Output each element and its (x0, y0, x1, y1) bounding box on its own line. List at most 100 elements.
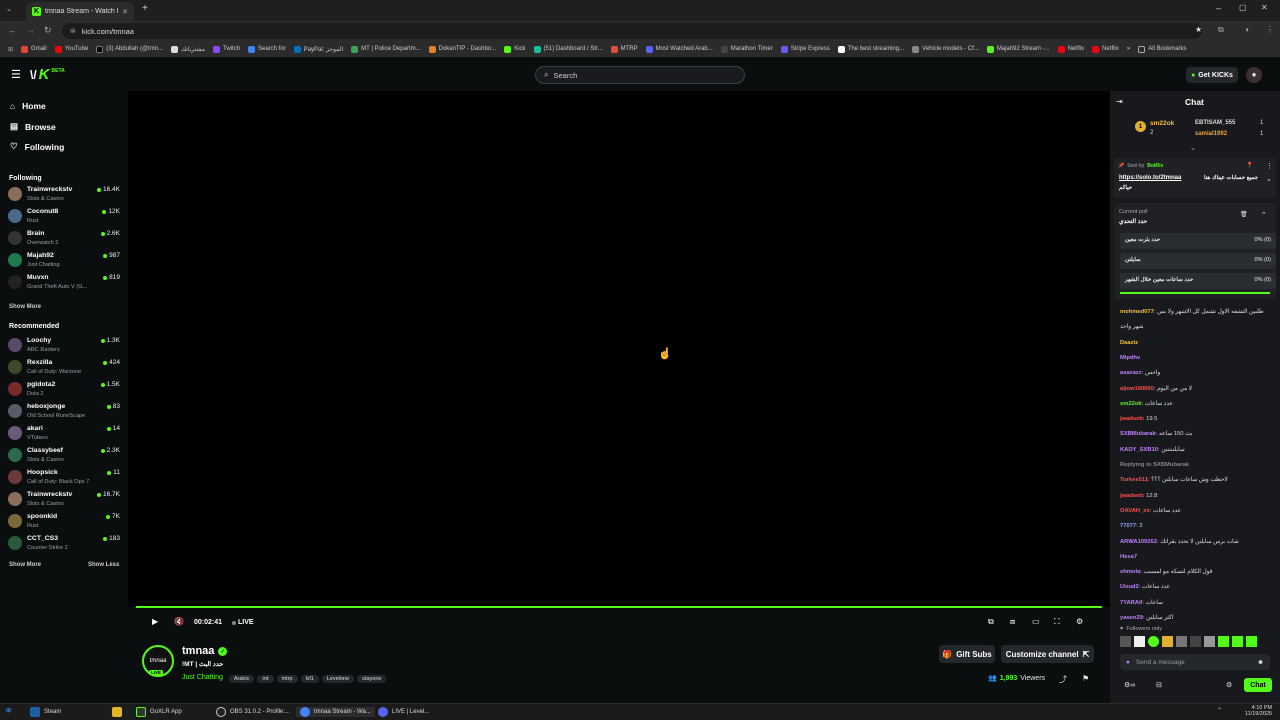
bookmark-item[interactable]: Twitch (212, 45, 240, 53)
sidebar-channel[interactable]: akari VTubers 14 (8, 425, 120, 445)
chat-username[interactable]: jwadseb (1120, 493, 1143, 499)
pinned-link[interactable]: https://solo.to/2tmnaa (1119, 175, 1181, 181)
live-indicator[interactable]: LIVE (232, 619, 254, 626)
chat-message[interactable]: shmola: قول الكلام لتسكه مو لمسبب (1120, 569, 1212, 575)
chat-username[interactable]: shmola (1120, 569, 1140, 575)
theater-mode-icon[interactable]: ▭ (1032, 617, 1040, 626)
chat-message[interactable]: شهر واحد (1120, 324, 1143, 330)
bookmark-item[interactable]: The best streaming... (837, 45, 904, 53)
channel-name[interactable]: tmnaa (182, 645, 214, 657)
sidebar-channel[interactable]: Rexzilla Call of Duty: Warzone 424 (8, 359, 120, 379)
chat-username[interactable]: ARWA109262 (1120, 539, 1157, 545)
menu-icon[interactable]: ☰ (11, 68, 21, 81)
pip-icon[interactable]: ⧉ (988, 617, 994, 627)
sidebar-channel[interactable]: Muvxn Grand Theft Auto V (G... 819 (8, 274, 120, 294)
tag-chip[interactable]: stayone (357, 675, 387, 683)
bookmark-item[interactable]: Kick (504, 45, 526, 53)
gear-icon[interactable]: ⚙ (1226, 681, 1232, 689)
chat-message[interactable]: Mipdhv (1120, 355, 1140, 361)
tab-list-icon[interactable]: ⌄ (6, 5, 12, 13)
emote-icon[interactable] (1134, 636, 1145, 647)
chat-message[interactable]: jwadseb: 19.5 (1120, 416, 1157, 422)
bookmark-item[interactable]: مشترياتك (171, 45, 205, 53)
extensions-icon[interactable]: ⧉ (1218, 25, 1224, 35)
bookmark-item[interactable]: Most Watched Arab... (645, 45, 713, 53)
video-player[interactable]: ☝ (128, 91, 1110, 607)
sidebar-channel[interactable]: Hoopsick Call of Duty: Black Ops 7 11 (8, 469, 120, 489)
system-clock[interactable]: 4:10 PM 11/19/2025 (1245, 705, 1272, 717)
taskbar-item[interactable]: Steam (30, 707, 61, 717)
poll-option[interactable]: حدد بثرت معين 0% (0) (1120, 233, 1276, 249)
sidebar-channel[interactable]: spoonkid Rust 7K (8, 513, 120, 533)
emote-icon[interactable] (1162, 636, 1173, 647)
bookmark-item[interactable]: Marathon Timer (720, 45, 773, 53)
pinned-menu-icon[interactable]: ⋮ (1266, 162, 1273, 170)
chat-username[interactable]: 7YARAII (1120, 600, 1142, 606)
chat-username[interactable]: OAVAH_xx (1120, 508, 1150, 514)
gift-subs-button[interactable]: 🎁 Gift Subs (939, 645, 995, 663)
show-more-recommended[interactable]: Show More (9, 562, 41, 568)
forward-icon[interactable]: → (26, 25, 35, 35)
sidebar-channel[interactable]: Classybeef Slots & Casino 2.3K (8, 447, 120, 467)
chat-username[interactable]: Hesa7 (1120, 554, 1137, 560)
share-icon[interactable]: ⤴ (1059, 674, 1067, 685)
chat-message[interactable]: jwadseb: 12.8 (1120, 493, 1157, 499)
site-info-icon[interactable]: ⊜ (70, 27, 76, 35)
chat-settings-icon[interactable]: ⚙∞ (1124, 681, 1135, 689)
sidebar-channel[interactable]: Trainwreckstv Slots & Casino 16.7K (8, 491, 120, 511)
chat-message[interactable]: mohmed077: طلبين التشفه الاول تشمل كل ال… (1120, 309, 1263, 315)
taskbar-item[interactable]: GoXLR App (136, 707, 182, 717)
bookmark-item[interactable]: YouTube (54, 45, 88, 53)
profile-icon[interactable]: ◑ (1244, 25, 1249, 34)
sidebar-channel[interactable]: Brain Overwatch 2 2.6K (8, 230, 120, 250)
settings-gear-icon[interactable]: ⚙ (1076, 617, 1083, 626)
tag-chip[interactable]: mt (257, 675, 274, 683)
chat-box-icon[interactable]: ⊟ (1156, 681, 1162, 689)
customize-channel-button[interactable]: Customize channel ⇱ (1001, 645, 1094, 663)
maximize-icon[interactable]: ▢ (1239, 3, 1247, 12)
chat-username[interactable]: asazazz (1120, 370, 1142, 376)
chat-message[interactable]: 77077: 2 (1120, 523, 1143, 529)
chat-message[interactable]: Turkee511: لاحظت وش ساعات سايلنن ؟؟؟ (1120, 477, 1228, 483)
gifter-name[interactable]: samial1992 (1195, 131, 1227, 137)
new-tab-icon[interactable]: + (142, 3, 148, 14)
bookmark-item[interactable]: MT | Police Departm... (351, 45, 421, 53)
chat-message[interactable]: KADY_SXB10: سايلنننننن (1120, 447, 1185, 453)
bookmark-star-icon[interactable]: ★ (1195, 25, 1202, 34)
chat-message[interactable]: Daaziz (1120, 340, 1138, 346)
bookmark-item[interactable]: Stripe Express (780, 45, 830, 53)
emote-icon[interactable] (1176, 636, 1187, 647)
expand-gifters-icon[interactable]: ⌄ (1190, 144, 1196, 152)
nav-browse[interactable]: ▤ Browse (10, 121, 56, 132)
chat-username[interactable]: mohmed077 (1120, 309, 1154, 315)
emote-icon[interactable] (1218, 636, 1229, 647)
gifter-name[interactable]: EBTISAM_555 (1195, 120, 1235, 126)
chat-username[interactable]: Mipdhv (1120, 355, 1140, 361)
chat-username[interactable]: SXBMubarak (1120, 431, 1156, 437)
emote-icon[interactable] (1232, 636, 1243, 647)
fullscreen-icon[interactable]: ⛶ (1054, 617, 1060, 627)
sidebar-channel[interactable]: heboxjonge Old School RuneScape 83 (8, 403, 120, 423)
bookmark-item[interactable]: Gmail (21, 45, 47, 53)
playback-progress-bar[interactable] (136, 606, 1102, 608)
chat-username[interactable]: Replying to SXBMubarak (1120, 462, 1189, 468)
chat-username[interactable]: aljow100000 (1120, 386, 1154, 392)
browser-tab-active[interactable]: K tmnaa Stream - Watch Live on K ✕ (26, 2, 134, 21)
chat-username[interactable]: sm22ok (1120, 401, 1142, 407)
bookmark-item[interactable]: Netflix (1092, 45, 1119, 53)
sidebar-channel[interactable]: Loochy ARC Raiders 1.3K (8, 337, 120, 357)
emote-icon[interactable] (1190, 636, 1201, 647)
tab-close-icon[interactable]: ✕ (122, 8, 128, 16)
report-icon[interactable]: ⚑ (1082, 674, 1089, 683)
chat-message-input[interactable]: ● Send a message ☻ (1120, 654, 1270, 670)
chat-message[interactable]: SXBMubarak: بث 150 ساعه (1120, 431, 1192, 437)
chat-message[interactable]: yasen29: اكثر سايلنن (1120, 615, 1173, 621)
chat-username[interactable]: yasen29 (1120, 615, 1143, 621)
stream-category[interactable]: Just Chatting (182, 674, 223, 681)
taskbar-item[interactable]: LIVE | Level... (378, 707, 429, 717)
emote-icon[interactable] (1120, 636, 1131, 647)
chat-message[interactable]: ARWA109262: شات برس سايلنن لا تحدد بقرات… (1120, 539, 1239, 545)
chat-username[interactable]: Daaziz (1120, 340, 1138, 346)
chat-username[interactable]: 77077 (1120, 523, 1136, 529)
sidebar-channel[interactable]: Majah92 Just Chatting 987 (8, 252, 120, 272)
